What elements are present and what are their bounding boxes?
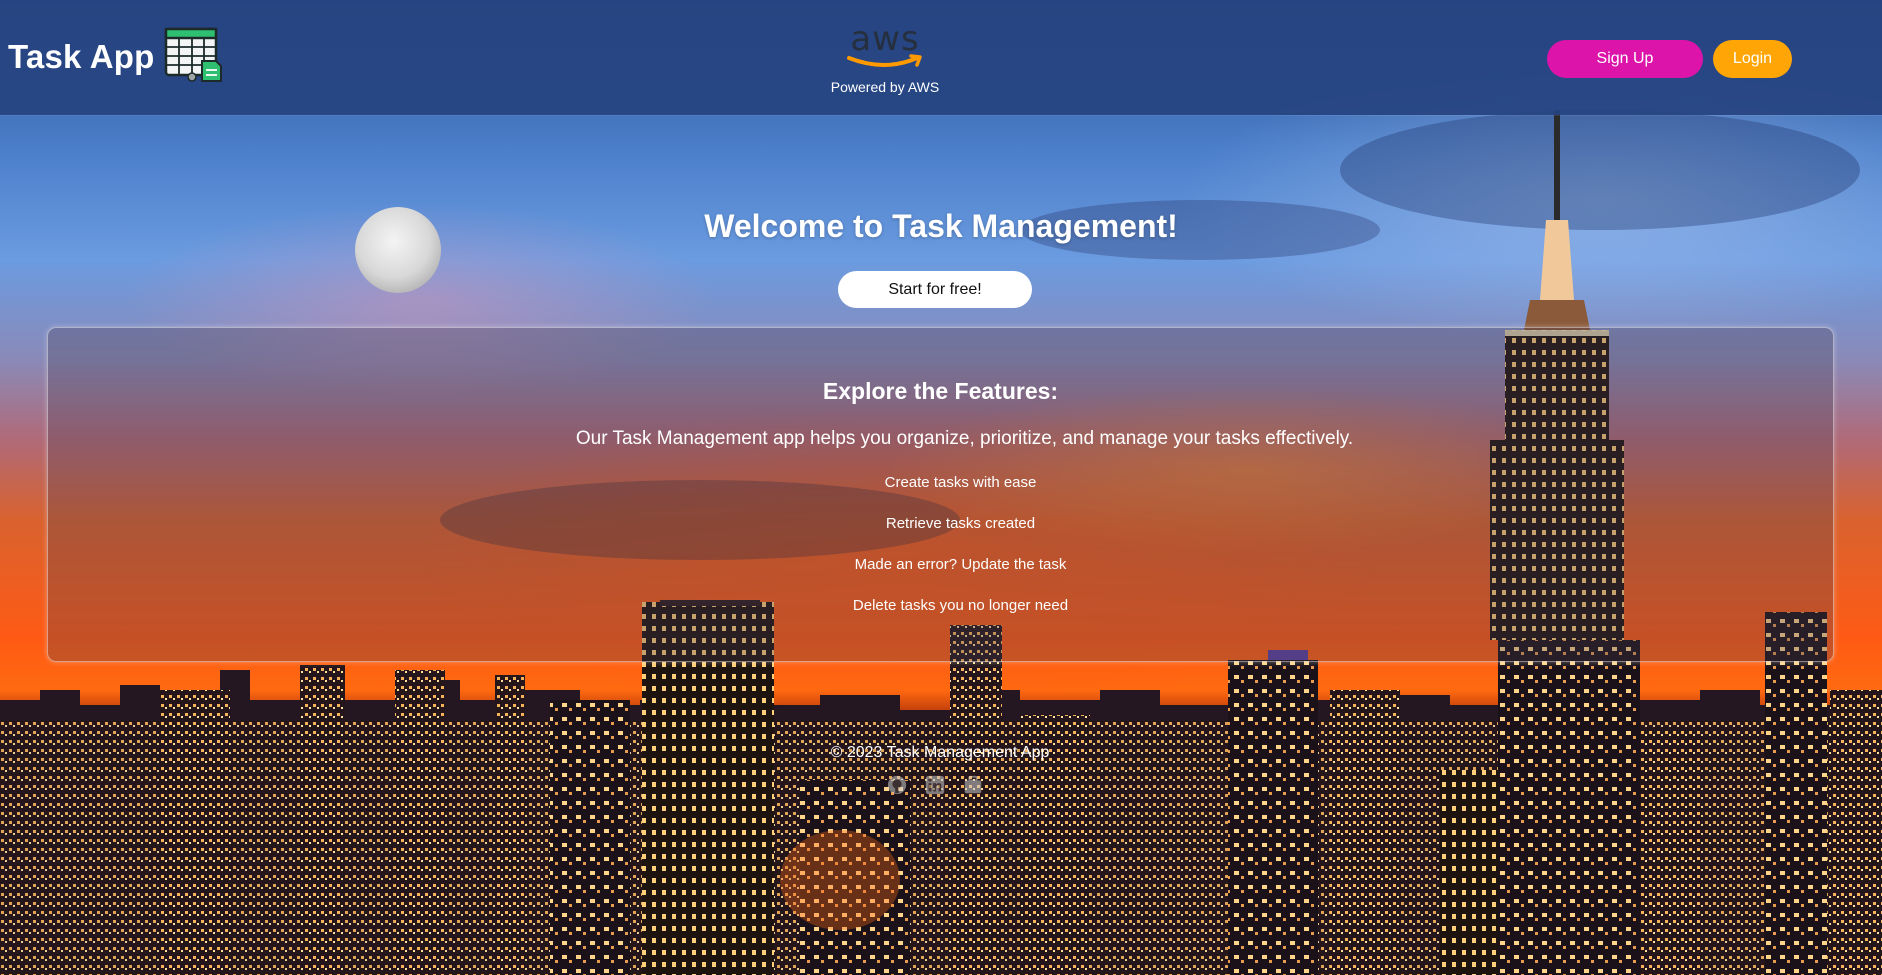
features-panel: Explore the Features: Our Task Managemen…	[47, 327, 1834, 662]
linkedin-icon[interactable]	[924, 774, 946, 796]
feature-item: Made an error? Update the task	[854, 556, 1067, 573]
signup-button[interactable]: Sign Up	[1547, 40, 1703, 78]
features-heading: Explore the Features:	[822, 378, 1059, 404]
powered-by-label: Powered by AWS	[830, 79, 940, 95]
feature-item: Delete tasks you no longer need	[852, 597, 1069, 614]
login-button[interactable]: Login	[1713, 40, 1792, 78]
site-header: Task App aws Powered by AWS Sign Up Logi…	[0, 0, 1882, 115]
welcome-heading: Welcome to Task Management!	[704, 208, 1178, 244]
page: Task App aws Powered by AWS Sign Up Logi…	[0, 0, 1882, 975]
social-links	[880, 773, 990, 797]
feature-item: Create tasks with ease	[884, 474, 1037, 491]
aws-logo-text: aws	[850, 19, 920, 59]
footer-copyright: © 2023 Task Management App	[830, 744, 1050, 761]
start-for-free-button[interactable]: Start for free!	[838, 271, 1032, 308]
spreadsheet-icon	[164, 27, 222, 82]
features-description: Our Task Management app helps you organi…	[575, 428, 1354, 449]
aws-logo-block: aws Powered by AWS	[820, 22, 950, 95]
brand-title[interactable]: Task App	[8, 38, 154, 76]
github-icon[interactable]	[886, 774, 908, 796]
feature-item: Retrieve tasks created	[885, 515, 1036, 532]
briefcase-icon[interactable]	[962, 774, 984, 796]
